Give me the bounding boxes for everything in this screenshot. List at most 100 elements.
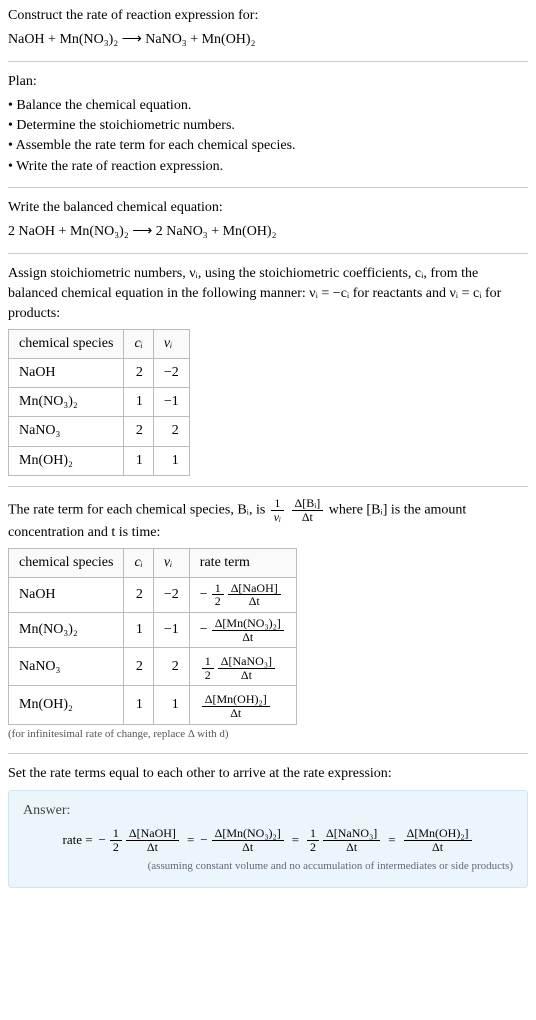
fraction-denominator: 2 (212, 595, 224, 608)
stoich-table: chemical species cᵢ νᵢ NaOH 2 −2 Mn(NO₃)… (8, 329, 190, 476)
cell-species: Mn(OH)₂ (9, 446, 124, 475)
table-row: NaOH 2 −2 (9, 358, 190, 387)
sign: − (200, 620, 208, 640)
divider (8, 187, 528, 188)
cell-c: 2 (124, 417, 153, 446)
table-row: Mn(NO₃)₂ 1 −1 (9, 388, 190, 417)
col-c: cᵢ (124, 329, 153, 358)
rateterm-text-a: The rate term for each chemical species,… (8, 502, 269, 517)
fraction-denominator: Δt (202, 707, 270, 720)
plan-item-text: Determine the stoichiometric numbers. (16, 118, 235, 133)
divider (8, 253, 528, 254)
plan-item: • Write the rate of reaction expression. (8, 157, 528, 177)
divider (8, 753, 528, 754)
delta-fraction: Δ[Mn(OH)₂] Δt (402, 827, 474, 853)
delta-fraction: Δ[Mn(NO₃)₂] Δt (210, 827, 286, 853)
fraction-numerator: 1 (271, 497, 284, 511)
plan-item-text: Assemble the rate term for each chemical… (16, 138, 296, 153)
fraction-denominator: Δt (404, 841, 472, 854)
answer-term: − 1 2 Δ[NaOH] Δt (99, 827, 181, 853)
answer-box: Answer: rate = − 1 2 Δ[NaOH] Δt = − Δ[Mn… (8, 790, 528, 888)
sign: − (200, 831, 207, 850)
delta-fraction: Δ[NaOH] Δt (124, 827, 181, 853)
col-v: νᵢ (153, 548, 189, 577)
fraction-numerator: Δ[Mn(OH)₂] (404, 827, 472, 841)
delta-fraction: Δ[NaNO₃] Δt (321, 827, 382, 853)
plan-item: • Determine the stoichiometric numbers. (8, 116, 528, 136)
plan-item: • Balance the chemical equation. (8, 96, 528, 116)
sign: − (99, 831, 106, 850)
one-over-nu-fraction: 1 νᵢ (269, 497, 286, 523)
cell-species: NaOH (9, 577, 124, 612)
cell-v: 1 (153, 686, 189, 724)
rateterm-footnote: (for infinitesimal rate of change, repla… (8, 727, 528, 743)
table-header-row: chemical species cᵢ νᵢ rate term (9, 548, 297, 577)
cell-v: 1 (153, 446, 189, 475)
cell-v: −1 (153, 613, 189, 648)
cell-v: 2 (153, 648, 189, 686)
table-row: Mn(OH)₂ 1 1 (9, 446, 190, 475)
answer-assumption: (assuming constant volume and no accumul… (23, 859, 513, 875)
cell-c: 2 (124, 648, 153, 686)
sign: − (200, 585, 208, 605)
rate-prefix: rate = (62, 831, 92, 850)
cell-species: Mn(OH)₂ (9, 686, 124, 724)
table-header-row: chemical species cᵢ νᵢ (9, 329, 190, 358)
cell-species: NaNO₃ (9, 648, 124, 686)
plan-item-text: Write the rate of reaction expression. (16, 159, 223, 174)
rateterm-table: chemical species cᵢ νᵢ rate term NaOH 2 … (8, 548, 297, 725)
divider (8, 61, 528, 62)
cell-v: −2 (153, 358, 189, 387)
equals: = (292, 831, 299, 850)
fraction-denominator: 2 (110, 841, 122, 854)
answer-expression: rate = − 1 2 Δ[NaOH] Δt = − Δ[Mn(NO₃)₂] … (23, 827, 513, 853)
answer-term: Δ[Mn(OH)₂] Δt (402, 827, 474, 853)
fraction-numerator: 1 (202, 655, 214, 669)
col-species: chemical species (9, 548, 124, 577)
fraction-denominator: 2 (307, 841, 319, 854)
intro-title: Construct the rate of reaction expressio… (8, 6, 528, 26)
cell-species: NaNO₃ (9, 417, 124, 446)
assign-text: Assign stoichiometric numbers, νᵢ, using… (8, 264, 528, 325)
fraction-denominator: Δt (126, 841, 179, 854)
cell-rate: − 1 2 Δ[NaOH] Δt (189, 577, 296, 612)
balanced-heading: Write the balanced chemical equation: (8, 198, 528, 218)
answer-term: 1 2 Δ[NaNO₃] Δt (305, 827, 382, 853)
final-heading: Set the rate terms equal to each other t… (8, 764, 528, 784)
fraction-denominator: Δt (212, 631, 284, 644)
fraction-numerator: Δ[NaNO₃] (218, 655, 275, 669)
fraction-denominator: Δt (292, 511, 324, 524)
fraction-numerator: Δ[NaOH] (228, 582, 281, 596)
intro-equation: NaOH + Mn(NO₃)₂ ⟶ NaNO₃ + Mn(OH)₂ (8, 30, 528, 50)
col-rate: rate term (189, 548, 296, 577)
fraction-numerator: 1 (307, 827, 319, 841)
fraction-numerator: Δ[Bᵢ] (292, 497, 324, 511)
delta-fraction: Δ[NaNO₃] Δt (216, 655, 277, 681)
col-v: νᵢ (153, 329, 189, 358)
fraction-denominator: Δt (212, 841, 284, 854)
delta-fraction: Δ[NaOH] Δt (226, 582, 283, 608)
coef-fraction: 1 2 (305, 827, 321, 853)
cell-c: 2 (124, 358, 153, 387)
table-row: Mn(NO₃)₂ 1 −1 − Δ[Mn(NO₃)₂] Δt (9, 613, 297, 648)
cell-c: 2 (124, 577, 153, 612)
cell-v: −1 (153, 388, 189, 417)
cell-rate: Δ[Mn(OH)₂] Δt (189, 686, 296, 724)
coef-fraction: 1 2 (200, 655, 216, 681)
plan-heading: Plan: (8, 72, 528, 92)
fraction-denominator: Δt (323, 841, 380, 854)
fraction-denominator: νᵢ (271, 511, 284, 524)
answer-label: Answer: (23, 801, 513, 821)
balanced-equation: 2 NaOH + Mn(NO₃)₂ ⟶ 2 NaNO₃ + Mn(OH)₂ (8, 222, 528, 242)
cell-rate: 1 2 Δ[NaNO₃] Δt (189, 648, 296, 686)
fraction-numerator: Δ[Mn(NO₃)₂] (212, 617, 284, 631)
equals: = (187, 831, 194, 850)
fraction-numerator: Δ[NaOH] (126, 827, 179, 841)
plan-item: • Assemble the rate term for each chemic… (8, 136, 528, 156)
fraction-denominator: Δt (228, 595, 281, 608)
answer-term: − Δ[Mn(NO₃)₂] Δt (200, 827, 285, 853)
fraction-numerator: 1 (212, 582, 224, 596)
delta-fraction: Δ[Mn(OH)₂] Δt (200, 693, 272, 719)
fraction-denominator: Δt (218, 669, 275, 682)
coef-fraction: 1 2 (210, 582, 226, 608)
